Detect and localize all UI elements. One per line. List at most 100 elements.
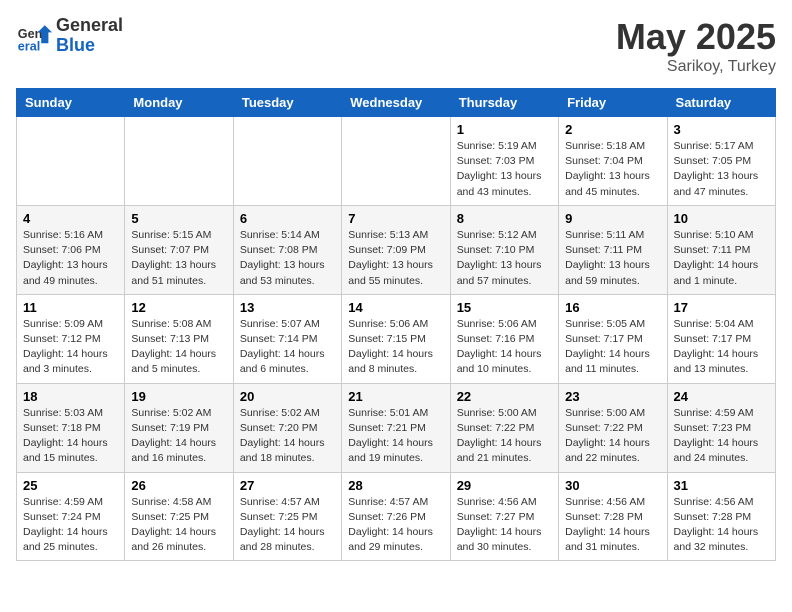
day-info: Sunrise: 5:02 AM Sunset: 7:19 PM Dayligh… (131, 406, 226, 467)
calendar-week-row: 18 Sunrise: 5:03 AM Sunset: 7:18 PM Dayli… (17, 383, 776, 472)
day-number: 12 (131, 300, 226, 315)
calendar-cell: 25 Sunrise: 4:59 AM Sunset: 7:24 PM Dayli… (17, 472, 125, 561)
weekday-header: Wednesday (342, 89, 450, 117)
day-number: 27 (240, 478, 335, 493)
day-info: Sunrise: 4:56 AM Sunset: 7:28 PM Dayligh… (674, 495, 769, 556)
day-info: Sunrise: 5:00 AM Sunset: 7:22 PM Dayligh… (565, 406, 660, 467)
calendar-cell: 16 Sunrise: 5:05 AM Sunset: 7:17 PM Dayli… (559, 294, 667, 383)
calendar-cell: 28 Sunrise: 4:57 AM Sunset: 7:26 PM Dayli… (342, 472, 450, 561)
weekday-header: Tuesday (233, 89, 341, 117)
calendar-cell: 11 Sunrise: 5:09 AM Sunset: 7:12 PM Dayli… (17, 294, 125, 383)
day-number: 31 (674, 478, 769, 493)
weekday-header: Friday (559, 89, 667, 117)
day-number: 8 (457, 211, 552, 226)
day-info: Sunrise: 5:07 AM Sunset: 7:14 PM Dayligh… (240, 317, 335, 378)
day-info: Sunrise: 5:04 AM Sunset: 7:17 PM Dayligh… (674, 317, 769, 378)
day-number: 2 (565, 122, 660, 137)
day-info: Sunrise: 5:15 AM Sunset: 7:07 PM Dayligh… (131, 228, 226, 289)
day-info: Sunrise: 5:06 AM Sunset: 7:16 PM Dayligh… (457, 317, 552, 378)
day-info: Sunrise: 5:08 AM Sunset: 7:13 PM Dayligh… (131, 317, 226, 378)
calendar-cell: 3Sunrise: 5:17 AM Sunset: 7:05 PM Daylig… (667, 117, 775, 206)
weekday-header: Sunday (17, 89, 125, 117)
calendar-cell: 30 Sunrise: 4:56 AM Sunset: 7:28 PM Dayli… (559, 472, 667, 561)
day-number: 3 (674, 122, 769, 137)
day-number: 20 (240, 389, 335, 404)
day-number: 16 (565, 300, 660, 315)
calendar-cell: 2Sunrise: 5:18 AM Sunset: 7:04 PM Daylig… (559, 117, 667, 206)
day-info: Sunrise: 5:14 AM Sunset: 7:08 PM Dayligh… (240, 228, 335, 289)
day-info: Sunrise: 4:59 AM Sunset: 7:23 PM Dayligh… (674, 406, 769, 467)
calendar-cell: 23 Sunrise: 5:00 AM Sunset: 7:22 PM Dayli… (559, 383, 667, 472)
calendar-cell (233, 117, 341, 206)
calendar-cell: 15 Sunrise: 5:06 AM Sunset: 7:16 PM Dayli… (450, 294, 558, 383)
day-info: Sunrise: 5:09 AM Sunset: 7:12 PM Dayligh… (23, 317, 118, 378)
day-number: 6 (240, 211, 335, 226)
logo: Gen eral General Blue (16, 16, 123, 56)
day-number: 7 (348, 211, 443, 226)
day-info: Sunrise: 4:59 AM Sunset: 7:24 PM Dayligh… (23, 495, 118, 556)
day-number: 17 (674, 300, 769, 315)
day-number: 28 (348, 478, 443, 493)
day-info: Sunrise: 4:57 AM Sunset: 7:26 PM Dayligh… (348, 495, 443, 556)
calendar-cell: 9Sunrise: 5:11 AM Sunset: 7:11 PM Daylig… (559, 205, 667, 294)
day-number: 25 (23, 478, 118, 493)
day-info: Sunrise: 4:58 AM Sunset: 7:25 PM Dayligh… (131, 495, 226, 556)
calendar-cell (125, 117, 233, 206)
day-number: 26 (131, 478, 226, 493)
calendar-cell: 1Sunrise: 5:19 AM Sunset: 7:03 PM Daylig… (450, 117, 558, 206)
day-info: Sunrise: 5:12 AM Sunset: 7:10 PM Dayligh… (457, 228, 552, 289)
day-info: Sunrise: 5:16 AM Sunset: 7:06 PM Dayligh… (23, 228, 118, 289)
day-info: Sunrise: 4:57 AM Sunset: 7:25 PM Dayligh… (240, 495, 335, 556)
calendar-cell: 7 Sunrise: 5:13 AM Sunset: 7:09 PM Daylig… (342, 205, 450, 294)
weekday-header: Thursday (450, 89, 558, 117)
day-number: 5 (131, 211, 226, 226)
page-header: Gen eral General Blue May 2025 Sarikoy, … (16, 16, 776, 76)
calendar-cell: 17 Sunrise: 5:04 AM Sunset: 7:17 PM Dayli… (667, 294, 775, 383)
day-number: 13 (240, 300, 335, 315)
calendar-cell: 31 Sunrise: 4:56 AM Sunset: 7:28 PM Dayli… (667, 472, 775, 561)
day-number: 18 (23, 389, 118, 404)
day-number: 23 (565, 389, 660, 404)
weekday-header: Saturday (667, 89, 775, 117)
day-info: Sunrise: 5:10 AM Sunset: 7:11 PM Dayligh… (674, 228, 769, 289)
calendar-cell: 26 Sunrise: 4:58 AM Sunset: 7:25 PM Dayli… (125, 472, 233, 561)
logo-general: General (56, 16, 123, 36)
day-number: 1 (457, 122, 552, 137)
day-number: 22 (457, 389, 552, 404)
day-info: Sunrise: 5:02 AM Sunset: 7:20 PM Dayligh… (240, 406, 335, 467)
calendar-cell (342, 117, 450, 206)
day-info: Sunrise: 5:03 AM Sunset: 7:18 PM Dayligh… (23, 406, 118, 467)
calendar-cell: 4Sunrise: 5:16 AM Sunset: 7:06 PM Daylig… (17, 205, 125, 294)
day-number: 9 (565, 211, 660, 226)
calendar-cell: 22Sunrise: 5:00 AM Sunset: 7:22 PM Dayli… (450, 383, 558, 472)
day-number: 30 (565, 478, 660, 493)
calendar-cell: 20 Sunrise: 5:02 AM Sunset: 7:20 PM Dayli… (233, 383, 341, 472)
calendar-cell: 5 Sunrise: 5:15 AM Sunset: 7:07 PM Daylig… (125, 205, 233, 294)
calendar-week-row: 4Sunrise: 5:16 AM Sunset: 7:06 PM Daylig… (17, 205, 776, 294)
weekday-header-row: SundayMondayTuesdayWednesdayThursdayFrid… (17, 89, 776, 117)
day-info: Sunrise: 5:01 AM Sunset: 7:21 PM Dayligh… (348, 406, 443, 467)
day-number: 15 (457, 300, 552, 315)
calendar-cell: 12 Sunrise: 5:08 AM Sunset: 7:13 PM Dayli… (125, 294, 233, 383)
day-number: 11 (23, 300, 118, 315)
calendar-cell: 27 Sunrise: 4:57 AM Sunset: 7:25 PM Dayli… (233, 472, 341, 561)
calendar-cell: 10Sunrise: 5:10 AM Sunset: 7:11 PM Dayli… (667, 205, 775, 294)
day-number: 29 (457, 478, 552, 493)
logo-text: General Blue (56, 16, 123, 56)
calendar-cell: 24Sunrise: 4:59 AM Sunset: 7:23 PM Dayli… (667, 383, 775, 472)
calendar: SundayMondayTuesdayWednesdayThursdayFrid… (16, 88, 776, 561)
calendar-cell: 13 Sunrise: 5:07 AM Sunset: 7:14 PM Dayli… (233, 294, 341, 383)
calendar-cell (17, 117, 125, 206)
day-info: Sunrise: 5:06 AM Sunset: 7:15 PM Dayligh… (348, 317, 443, 378)
calendar-cell: 21 Sunrise: 5:01 AM Sunset: 7:21 PM Dayli… (342, 383, 450, 472)
svg-text:eral: eral (18, 39, 40, 53)
calendar-cell: 18 Sunrise: 5:03 AM Sunset: 7:18 PM Dayli… (17, 383, 125, 472)
day-info: Sunrise: 4:56 AM Sunset: 7:28 PM Dayligh… (565, 495, 660, 556)
calendar-cell: 14Sunrise: 5:06 AM Sunset: 7:15 PM Dayli… (342, 294, 450, 383)
day-info: Sunrise: 5:05 AM Sunset: 7:17 PM Dayligh… (565, 317, 660, 378)
calendar-week-row: 25 Sunrise: 4:59 AM Sunset: 7:24 PM Dayli… (17, 472, 776, 561)
weekday-header: Monday (125, 89, 233, 117)
day-number: 21 (348, 389, 443, 404)
location: Sarikoy, Turkey (616, 58, 776, 76)
day-info: Sunrise: 5:13 AM Sunset: 7:09 PM Dayligh… (348, 228, 443, 289)
